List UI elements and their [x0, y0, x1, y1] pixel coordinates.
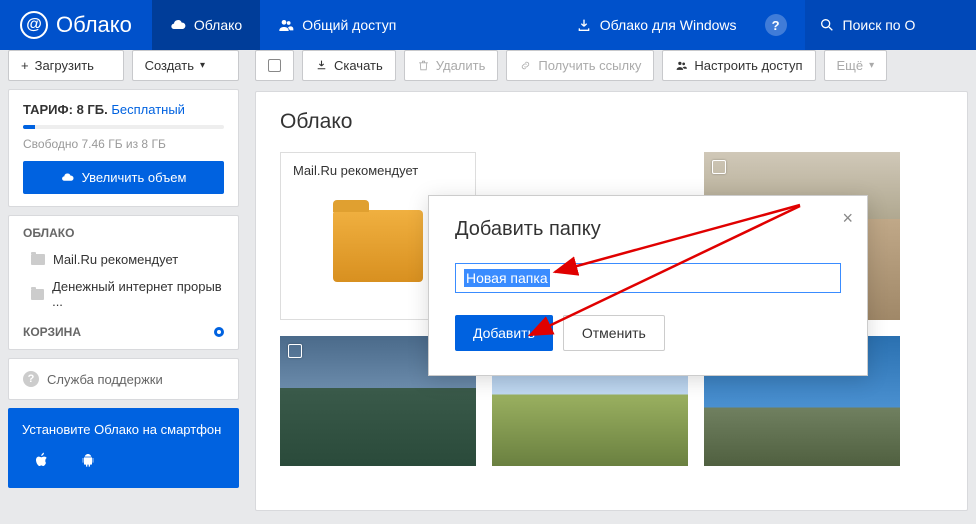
download-label: Скачать: [334, 58, 383, 73]
folder-name-input[interactable]: Новая папка: [455, 263, 841, 293]
get-link-label: Получить ссылку: [538, 58, 641, 73]
configure-access-button[interactable]: Настроить доступ: [662, 50, 815, 81]
tariff-link[interactable]: Бесплатный: [111, 102, 185, 117]
install-card[interactable]: Установите Облако на смартфон: [8, 408, 239, 488]
radio-icon: [214, 327, 224, 337]
support-link[interactable]: ? Служба поддержки: [8, 358, 239, 400]
search-placeholder: Поиск по О: [843, 17, 916, 33]
help-icon[interactable]: ?: [765, 14, 787, 36]
trash-icon: [417, 59, 430, 72]
cloud-icon: [61, 171, 74, 184]
configure-label: Настроить доступ: [694, 58, 802, 73]
page-title: Облако: [280, 110, 943, 134]
create-button[interactable]: Создать ▾: [132, 50, 239, 81]
tariff-card: ТАРИФ: 8 ГБ. Бесплатный Свободно 7.46 ГБ…: [8, 89, 239, 207]
checkbox-icon[interactable]: [712, 160, 726, 174]
storage-progress: [23, 125, 224, 129]
tariff-prefix: ТАРИФ:: [23, 102, 73, 117]
folder-large-icon: [333, 210, 423, 282]
delete-button[interactable]: Удалить: [404, 50, 499, 81]
add-folder-dialog: × Добавить папку Новая папка Добавить От…: [428, 195, 868, 376]
sidebar-item-recommend[interactable]: Mail.Ru рекомендует: [9, 246, 238, 273]
download-app-label: Облако для Windows: [600, 17, 737, 33]
apple-icon: [34, 451, 50, 474]
folder-icon: [31, 289, 44, 300]
at-sign-icon: @: [20, 11, 48, 39]
link-icon: [519, 59, 532, 72]
increase-storage-button[interactable]: Увеличить объем: [23, 161, 224, 194]
nav-shared-label: Общий доступ: [302, 17, 396, 33]
delete-label: Удалить: [436, 58, 486, 73]
section-trash[interactable]: КОРЗИНА: [9, 315, 238, 349]
section-cloud: ОБЛАКО: [9, 216, 238, 246]
free-space-text: Свободно 7.46 ГБ из 8 ГБ: [23, 137, 224, 151]
nav-cloud-label: Облако: [194, 17, 242, 33]
sidebar-item-label: Денежный интернет прорыв ...: [52, 279, 224, 309]
close-icon: ×: [842, 208, 853, 228]
nav-cloud[interactable]: Облако: [152, 0, 260, 50]
download-icon: [315, 59, 328, 72]
upload-button[interactable]: + Загрузить: [8, 50, 124, 81]
select-all-checkbox[interactable]: [255, 50, 294, 81]
download-app-link[interactable]: Облако для Windows: [558, 0, 755, 50]
people-icon: [675, 59, 688, 72]
sidebar-item-label: Mail.Ru рекомендует: [53, 252, 178, 267]
support-label: Служба поддержки: [47, 372, 163, 387]
sidebar-item-money[interactable]: Денежный интернет прорыв ...: [9, 273, 238, 315]
top-navigation: @ Облако Облако Общий доступ Облако для …: [0, 0, 976, 50]
dialog-title: Добавить папку: [455, 218, 841, 241]
install-label: Установите Облако на смартфон: [22, 422, 221, 437]
more-button[interactable]: Ещё ▾: [824, 50, 888, 81]
upload-label: Загрузить: [35, 58, 94, 73]
increase-label: Увеличить объем: [82, 170, 187, 185]
chevron-down-icon: ▾: [869, 60, 874, 71]
tile-label: Mail.Ru рекомендует: [281, 153, 475, 178]
checkbox-icon: [268, 59, 281, 72]
logo-text: Облако: [56, 12, 132, 38]
logo[interactable]: @ Облако: [0, 11, 152, 39]
get-link-button[interactable]: Получить ссылку: [506, 50, 654, 81]
more-label: Ещё: [837, 58, 864, 73]
nav-shared[interactable]: Общий доступ: [260, 0, 414, 50]
chevron-down-icon: ▾: [200, 60, 205, 71]
question-icon: ?: [23, 371, 39, 387]
tariff-size: 8 ГБ.: [77, 102, 108, 117]
submit-button[interactable]: Добавить: [455, 315, 553, 351]
download-box-icon: [576, 17, 592, 33]
trash-label: КОРЗИНА: [23, 325, 81, 339]
download-button[interactable]: Скачать: [302, 50, 396, 81]
folder-icon: [31, 254, 45, 265]
nav-tree-card: ОБЛАКО Mail.Ru рекомендует Денежный инте…: [8, 215, 239, 350]
close-button[interactable]: ×: [842, 208, 853, 229]
plus-icon: +: [21, 58, 29, 73]
people-icon: [278, 17, 294, 33]
android-icon: [80, 451, 96, 474]
search-box[interactable]: Поиск по О: [805, 0, 976, 50]
sidebar: + Загрузить Создать ▾ ТАРИФ: 8 ГБ. Беспл…: [0, 50, 247, 511]
search-icon: [819, 17, 835, 33]
checkbox-icon[interactable]: [288, 344, 302, 358]
cloud-icon: [170, 17, 186, 33]
create-label: Создать: [145, 58, 194, 73]
cancel-button[interactable]: Отменить: [563, 315, 665, 351]
input-selected-text: Новая папка: [464, 269, 550, 287]
